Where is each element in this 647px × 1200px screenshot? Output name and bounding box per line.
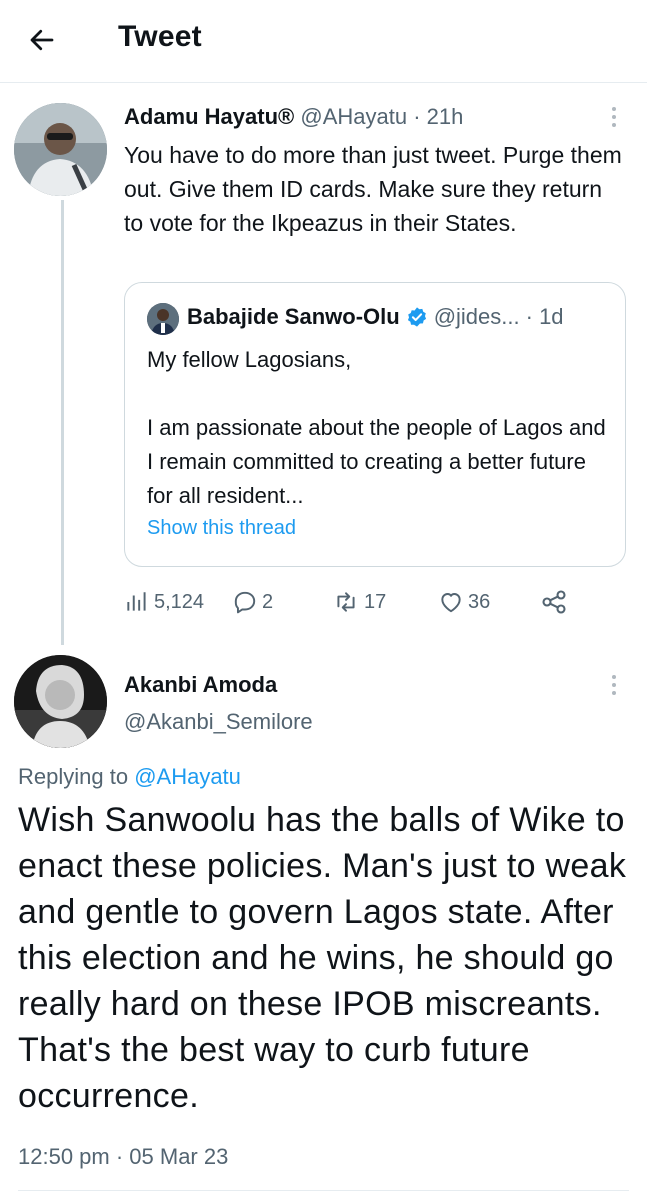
parent-tweet-header: Adamu Hayatu® @AHayatu · 21h <box>124 104 463 130</box>
quoted-author-handle: @jides... <box>433 304 520 329</box>
reply-tweet-text: Wish Sanwoolu has the balls of Wike to e… <box>18 801 627 1115</box>
views-count: 5,124 <box>154 590 205 613</box>
parent-tweet-text: You have to do more than just tweet. Pur… <box>124 142 622 236</box>
tweet-action-bar: 5,124 2 17 36 <box>124 585 624 619</box>
avatar[interactable] <box>14 655 107 748</box>
retweet-icon <box>337 592 355 612</box>
avatar-photo <box>14 103 107 196</box>
divider <box>18 1190 629 1191</box>
replying-to-prefix: Replying to <box>18 764 135 789</box>
quoted-author-name: Babajide Sanwo-Olu <box>187 304 400 329</box>
quoted-text-line: I am passionate about the people of Lago… <box>147 415 606 508</box>
dot-icon <box>612 115 616 119</box>
quoted-tweet-card[interactable]: Babajide Sanwo-Olu @jides... · 1d My fel… <box>124 282 626 567</box>
retweet-count: 17 <box>364 590 387 613</box>
avatar-photo <box>14 655 107 748</box>
more-options-button[interactable] <box>602 668 626 702</box>
replying-to-label: Replying to @AHayatu <box>18 764 241 790</box>
dot-icon <box>612 675 616 679</box>
like-button[interactable]: 36 <box>438 585 490 619</box>
retweet-button[interactable]: 17 <box>332 585 386 619</box>
verified-badge-icon <box>407 307 426 327</box>
dot-icon <box>612 123 616 127</box>
replying-to-handle-link[interactable]: @AHayatu <box>134 764 241 789</box>
quoted-tweet-text: My fellow Lagosians, I am passionate abo… <box>147 343 617 513</box>
views-button[interactable]: 5,124 <box>124 585 204 619</box>
like-count: 36 <box>468 590 491 613</box>
tweet-time[interactable]: · 21h <box>413 104 463 129</box>
share-button[interactable] <box>540 585 568 619</box>
dot-icon <box>612 691 616 695</box>
back-button[interactable] <box>22 20 62 60</box>
author-handle[interactable]: @Akanbi_Semilore <box>124 709 313 735</box>
quoted-tweet-time: · 1d <box>525 304 564 329</box>
page-title: Tweet <box>118 20 202 53</box>
reply-icon <box>234 591 256 614</box>
dot-icon <box>612 683 616 687</box>
more-options-button[interactable] <box>602 100 626 134</box>
heart-icon <box>441 593 461 613</box>
thread-connector-line <box>61 200 64 645</box>
reply-count: 2 <box>262 590 274 613</box>
share-icon <box>542 590 566 614</box>
author-name[interactable]: Akanbi Amoda <box>124 672 277 698</box>
analytics-icon <box>127 592 146 611</box>
author-handle[interactable]: @AHayatu <box>300 104 407 129</box>
author-name[interactable]: Adamu Hayatu® <box>124 104 294 129</box>
quoted-avatar-photo <box>147 303 179 335</box>
quoted-tweet-header: Babajide Sanwo-Olu @jides... · 1d <box>187 304 564 330</box>
arrow-left-icon <box>30 29 54 51</box>
tweet-timestamp[interactable]: 12:50 pm · 05 Mar 23 <box>18 1144 228 1170</box>
reply-button[interactable]: 2 <box>232 585 273 619</box>
show-thread-link[interactable]: Show this thread <box>147 517 296 540</box>
top-bar: Tweet <box>0 0 647 83</box>
dot-icon <box>612 107 616 111</box>
quoted-text-line: My fellow Lagosians, <box>147 347 352 372</box>
avatar[interactable] <box>14 103 107 196</box>
quoted-avatar <box>147 303 179 335</box>
